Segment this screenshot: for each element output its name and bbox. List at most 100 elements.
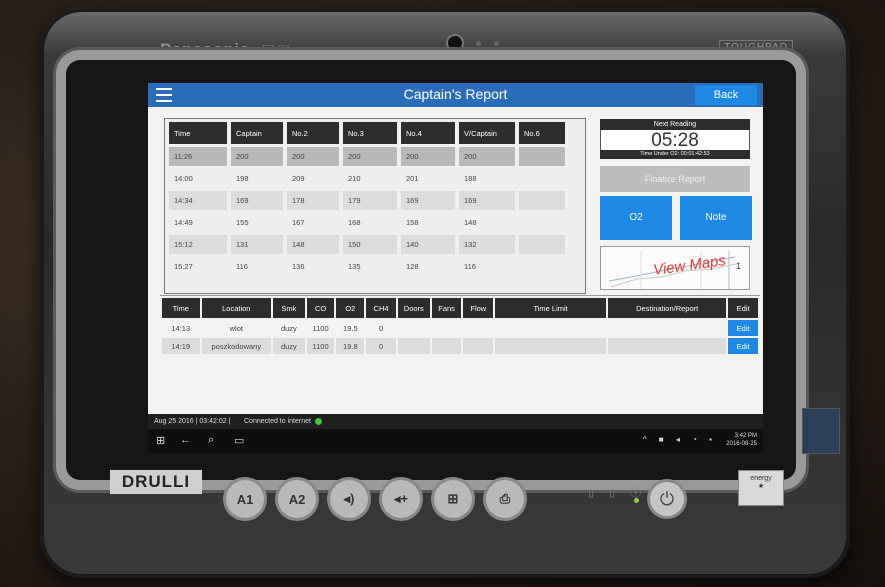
column-header: No.6 bbox=[519, 122, 565, 144]
table-cell bbox=[398, 320, 430, 336]
table-cell: 179 bbox=[343, 191, 397, 210]
column-header: Time Limit bbox=[495, 298, 607, 318]
table-cell: 19.5 bbox=[343, 323, 358, 333]
table-cell: 158 bbox=[406, 218, 419, 227]
edit-button[interactable]: Edit bbox=[728, 320, 758, 336]
column-header: Captain bbox=[231, 122, 283, 144]
windows-button[interactable]: ⊞ bbox=[434, 480, 472, 518]
table-row[interactable]: 11:26 200 200 200 200 200 bbox=[169, 147, 565, 166]
table-cell: 169 bbox=[459, 191, 515, 210]
table-cell: 200 bbox=[459, 147, 515, 166]
clock-time: 3:42 PM bbox=[734, 433, 757, 439]
table-cell bbox=[432, 320, 462, 336]
next-reading-label: Next Reading bbox=[600, 119, 750, 130]
column-header: Time bbox=[162, 298, 200, 318]
status-leds-icon: ▯ ▯ ⓘ bbox=[588, 487, 648, 499]
table-cell bbox=[519, 213, 565, 232]
table-cell bbox=[431, 338, 462, 354]
table-cell: 14:00 bbox=[174, 174, 193, 183]
hw-button-a1[interactable]: A1 bbox=[226, 480, 264, 518]
table-cell: 135 bbox=[348, 262, 361, 271]
system-tray-icons[interactable]: ^ ■ ◂ ◔ ▪ bbox=[643, 435, 717, 444]
column-header: Time bbox=[169, 122, 227, 144]
table-cell: 210 bbox=[348, 174, 361, 183]
view-maps-button[interactable]: View Maps 1 bbox=[600, 246, 750, 290]
column-header: V/Captain bbox=[459, 122, 515, 144]
app-screen: Captain's Report Back Time Captain No.2 … bbox=[148, 83, 763, 453]
table-cell bbox=[397, 338, 430, 354]
table-cell bbox=[495, 320, 606, 336]
table-cell: 168 bbox=[348, 218, 361, 227]
table-cell: 200 bbox=[401, 147, 455, 166]
table-cell: 169 bbox=[401, 191, 455, 210]
table-cell: 131 bbox=[231, 235, 283, 254]
power-icon: ⏻ bbox=[659, 488, 675, 509]
column-header: No.4 bbox=[401, 122, 455, 144]
table-cell: 188 bbox=[464, 174, 477, 183]
table-cell: 198 bbox=[236, 174, 249, 183]
table-cell: 14:19 bbox=[162, 338, 200, 354]
table-cell: 178 bbox=[287, 191, 339, 210]
table-cell: 148 bbox=[287, 235, 339, 254]
table-cell: duzy bbox=[280, 323, 297, 333]
back-button[interactable]: Back bbox=[695, 85, 757, 105]
next-reading-timer: 05:28 bbox=[600, 130, 750, 151]
back-arrow-icon[interactable]: ← bbox=[180, 434, 191, 446]
table-cell: 15:27 bbox=[174, 262, 193, 271]
table-cell: 0 bbox=[366, 338, 396, 354]
sensor-dot bbox=[476, 41, 481, 46]
table-cell: 128 bbox=[406, 262, 419, 271]
volume-up-button[interactable]: ◂+ bbox=[382, 480, 420, 518]
o2-button[interactable]: O2 bbox=[600, 196, 672, 240]
table-cell bbox=[519, 169, 565, 188]
column-header: Edit bbox=[728, 298, 758, 318]
table-cell: 136 bbox=[292, 262, 305, 271]
table-cell: 14:13 bbox=[171, 323, 191, 333]
column-header: Fans bbox=[431, 298, 462, 318]
task-view-icon[interactable]: ▭ bbox=[234, 434, 244, 447]
table-cell: 200 bbox=[231, 147, 283, 166]
taskbar-clock[interactable]: 3:42 PM 2016-08-25 bbox=[726, 432, 757, 448]
table-cell: 0 bbox=[378, 323, 384, 333]
table-cell: 15:12 bbox=[169, 235, 227, 254]
note-button[interactable]: Note bbox=[680, 196, 752, 240]
search-icon[interactable]: ⌕ bbox=[208, 434, 214, 447]
table-cell bbox=[463, 320, 493, 336]
status-bar: Aug 25 2016 | 03:42:02 | Connected to in… bbox=[148, 414, 763, 429]
table-cell: duzy bbox=[273, 338, 305, 354]
table-cell: 169 bbox=[231, 191, 283, 210]
table-cell: 200 bbox=[343, 147, 397, 166]
volume-down-button[interactable]: ◂) bbox=[330, 480, 368, 518]
table-row[interactable]: 14:00 198 209 210 201 188 bbox=[169, 169, 565, 188]
clock-date: 2016-08-25 bbox=[726, 441, 757, 447]
column-header: CO bbox=[306, 298, 335, 318]
connection-status: Connected to internet bbox=[244, 414, 322, 429]
windows-taskbar: ⊞ ← ⌕ ▭ ^ ■ ◂ ◔ ▪ 3:42 PM 2016-08-25 bbox=[148, 429, 763, 453]
table-row[interactable]: 14:34 169 178 179 169 169 bbox=[169, 191, 565, 210]
brand-logo: Panasonic bbox=[160, 40, 250, 59]
column-header: No.3 bbox=[343, 122, 397, 144]
table-cell: 116 bbox=[236, 262, 248, 271]
table-cell: 155 bbox=[236, 218, 249, 227]
location-log-table: Time Location Smk CO O2 CH4 Doors Fans F… bbox=[160, 295, 760, 414]
table-cell: 201 bbox=[406, 174, 419, 183]
table-row[interactable]: 15:12 131 148 150 140 132 bbox=[169, 235, 565, 254]
hardware-buttons: A1 A2 ◂) ◂+ ⊞ ⎙ bbox=[226, 480, 524, 518]
table-cell bbox=[495, 338, 607, 354]
table-cell bbox=[608, 320, 726, 336]
maps-page-number: 1 bbox=[735, 261, 741, 271]
table-row[interactable]: 14:49 155 167 168 158 148 bbox=[169, 213, 565, 232]
rotation-lock-button[interactable]: ⎙ bbox=[486, 480, 524, 518]
column-header: O2 bbox=[336, 298, 365, 318]
power-button[interactable]: ⏻ bbox=[650, 482, 684, 516]
finalize-report-button[interactable]: Finalize Report bbox=[600, 166, 750, 192]
energy-star-logo: energy ★ bbox=[738, 470, 784, 506]
column-header: CH4 bbox=[366, 298, 396, 318]
windows-start-icon[interactable]: ⊞ bbox=[156, 434, 165, 447]
edit-button[interactable]: Edit bbox=[728, 338, 758, 354]
column-header: Destination/Report bbox=[608, 298, 727, 318]
table-row[interactable]: 15:27 116 136 135 128 116 bbox=[169, 257, 565, 276]
table-cell: 116 bbox=[464, 262, 476, 271]
hw-button-a2[interactable]: A2 bbox=[278, 480, 316, 518]
table-cell: 1100 bbox=[306, 338, 335, 354]
